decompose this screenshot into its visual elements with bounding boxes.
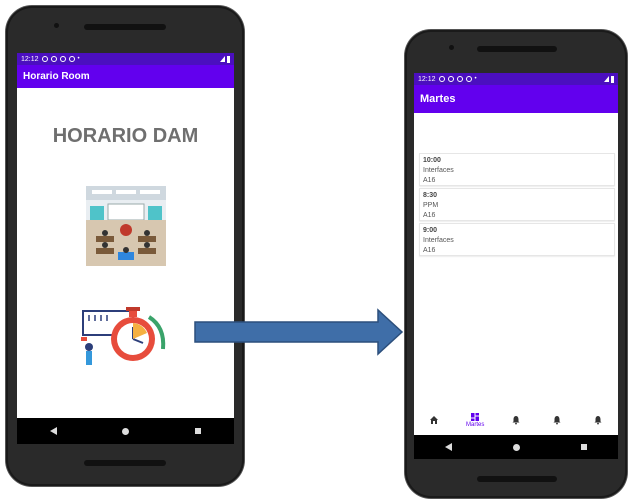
back-icon[interactable] [444, 443, 452, 451]
list-item[interactable]: 10:00 Interfaces A16 [419, 153, 615, 186]
front-camera [54, 23, 59, 28]
stopwatch-image[interactable] [79, 297, 171, 367]
left-phone-frame: 12:12 • Horario Room HORARIO DAM [6, 6, 244, 486]
item-subject: PPM [423, 202, 439, 209]
signal-icon [604, 76, 609, 82]
system-nav-bar-right [414, 435, 618, 459]
schedule-list: 10:00 Interfaces A16 8:30 PPM A16 9:00 I… [419, 153, 615, 258]
shield-status-icon-2 [59, 56, 66, 62]
settings-status-icon [41, 56, 48, 62]
earpiece-speaker-right [477, 46, 557, 52]
right-screen: 12:12 • Martes 10:00 Interfaces A16 8:30… [414, 73, 618, 459]
dashboard-icon [471, 413, 480, 421]
bottom-navigation: Martes [414, 405, 618, 435]
home-circle-icon[interactable] [122, 427, 130, 435]
app-title: Horario Room [23, 71, 90, 82]
bell-icon [553, 416, 561, 425]
dot-status-icon: • [474, 76, 477, 82]
nav-martes[interactable]: Martes [460, 412, 490, 428]
back-icon[interactable] [49, 427, 57, 435]
dot-status-icon: • [77, 56, 80, 62]
settings-status-icon [438, 76, 445, 82]
battery-icon [227, 55, 230, 63]
item-subject: Interfaces [423, 237, 454, 244]
earpiece-speaker [84, 24, 166, 30]
bell-icon [594, 416, 602, 425]
item-room: A16 [423, 177, 436, 184]
shield-status-icon-2 [456, 76, 463, 82]
screen-title: Martes [420, 93, 456, 105]
home-icon [430, 416, 439, 424]
item-subject: Interfaces [423, 167, 454, 174]
front-camera-right [449, 45, 454, 50]
item-room: A16 [423, 212, 436, 219]
nav-home[interactable] [419, 415, 449, 425]
status-bar: 12:12 • [17, 53, 234, 65]
nav-bell-2[interactable] [542, 415, 572, 425]
list-item[interactable]: 8:30 PPM A16 [419, 188, 615, 221]
item-time: 10:00 [423, 157, 441, 164]
home-circle-icon[interactable] [512, 443, 520, 451]
status-time-right: 12:12 [418, 75, 436, 83]
nav-bell-3[interactable] [583, 415, 613, 425]
item-time: 9:00 [423, 227, 438, 234]
shield-status-icon [50, 56, 57, 62]
bottom-speaker-right [477, 476, 557, 482]
item-room: A16 [423, 247, 436, 254]
battery-icon [611, 75, 614, 83]
transition-arrow [194, 308, 404, 356]
bell-icon [512, 416, 520, 425]
at-status-icon [465, 76, 472, 82]
recent-apps-icon[interactable] [195, 428, 202, 434]
recent-apps-icon[interactable] [581, 444, 588, 450]
item-time: 8:30 [423, 192, 438, 199]
page-heading: HORARIO DAM [52, 125, 199, 147]
app-bar-right: Martes [414, 85, 618, 113]
left-screen: 12:12 • Horario Room HORARIO DAM [17, 53, 234, 444]
app-bar: Horario Room [17, 65, 234, 88]
shield-status-icon [447, 76, 454, 82]
status-bar-right: 12:12 • [414, 73, 618, 85]
right-phone-frame: 12:12 • Martes 10:00 Interfaces A16 8:30… [405, 30, 627, 498]
status-time: 12:12 [21, 55, 39, 63]
nav-bell-1[interactable] [501, 415, 531, 425]
list-item[interactable]: 9:00 Interfaces A16 [419, 223, 615, 256]
nav-martes-label: Martes [466, 422, 485, 428]
bottom-speaker [84, 460, 166, 466]
classroom-image[interactable] [86, 186, 166, 266]
system-nav-bar [17, 418, 234, 444]
at-status-icon [68, 56, 75, 62]
signal-icon [220, 56, 225, 62]
